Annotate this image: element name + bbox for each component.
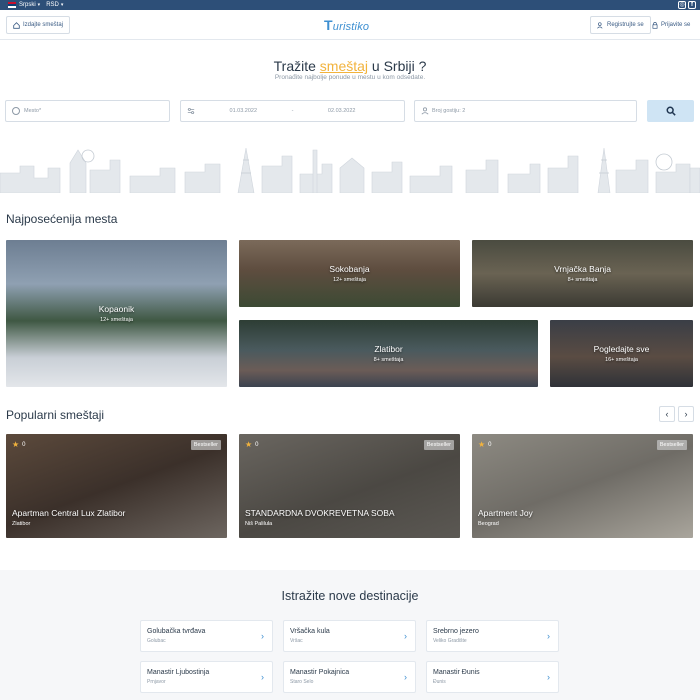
serbia-flag-icon: [8, 2, 16, 8]
chevron-right-icon: ›: [547, 672, 550, 682]
chevron-right-icon: ›: [684, 409, 688, 419]
chevron-left-icon: ‹: [665, 409, 669, 419]
facebook-icon[interactable]: f: [688, 1, 696, 9]
popular-section-title: Popularni smeštaji: [6, 408, 105, 422]
rating: ★ 0: [478, 440, 492, 449]
date-range-input[interactable]: 01.03.2022 - 02.03.2022: [180, 100, 405, 122]
skyline-illustration: [0, 147, 700, 193]
card-title: Apartment Joy: [478, 508, 533, 518]
destination-item[interactable]: Manastir Ljubostinja Prnjavor ›: [140, 661, 273, 693]
login-button[interactable]: Prijavite se: [648, 16, 694, 34]
place-tile-zlatibor[interactable]: Zlatibor 8+ smeštaja: [239, 320, 538, 387]
house-icon: [13, 21, 20, 29]
lock-icon: [652, 21, 658, 29]
currency-select[interactable]: RSD ▾: [46, 2, 63, 8]
bestseller-badge: Bestseller: [190, 440, 221, 450]
bestseller-badge: Bestseller: [656, 440, 687, 450]
card-title: Apartman Central Lux Zlatibor: [12, 508, 126, 518]
card-title: STANDARDNA DVOKREVETNA SOBA: [245, 508, 395, 518]
card-location: Niš Palilula: [245, 521, 273, 527]
destination-item[interactable]: Srebrno jezero Veliko Gradište ›: [426, 620, 559, 652]
top-bar: Srpski ▾ RSD ▾ ◎ f: [0, 0, 700, 10]
search-icon: [666, 106, 676, 116]
rating: ★ 0: [12, 440, 26, 449]
star-icon: ★: [12, 440, 20, 449]
guests-input[interactable]: Broj gostiju: 2: [414, 100, 637, 122]
place-tile-see-all[interactable]: Pogledajte sve 16+ smeštaja: [550, 320, 693, 387]
chevron-right-icon: ›: [404, 672, 407, 682]
chevron-right-icon: ›: [261, 631, 264, 641]
rating: ★ 0: [245, 440, 259, 449]
place-tile-vrnjacka-banja[interactable]: Vrnjačka Banja 8+ smeštaja: [472, 240, 693, 307]
star-icon: ★: [478, 440, 486, 449]
hero-title: Tražite smeštaj u Srbiji ?: [273, 58, 427, 74]
destinations-section-title: Istražite nove destinacije: [281, 589, 419, 603]
card-location: Zlatibor: [12, 521, 31, 527]
destination-item[interactable]: Vršačka kula Vršac ›: [283, 620, 416, 652]
language-select[interactable]: Srpski ▾: [8, 2, 40, 8]
accommodation-card[interactable]: ★ 0 Bestseller Apartman Central Lux Zlati…: [6, 434, 227, 538]
search-button[interactable]: [647, 100, 694, 122]
caret-down-icon: ▾: [60, 2, 64, 8]
card-location: Beograd: [478, 521, 499, 527]
accommodation-card[interactable]: ★ 0 Bestseller Apartment Joy Beograd: [472, 434, 693, 538]
social-links: ◎ f: [678, 1, 696, 9]
star-icon: ★: [245, 440, 253, 449]
list-property-button[interactable]: Izdajte smeštaj: [6, 16, 71, 34]
destination-item[interactable]: Golubačka tvrđava Golubac ›: [140, 620, 273, 652]
caret-down-icon: ▾: [37, 2, 41, 8]
header: Izdajte smeštaj Turistiko Registrujte se…: [0, 10, 700, 40]
places-section-title: Najposećenija mesta: [6, 212, 118, 226]
instagram-icon[interactable]: ◎: [678, 1, 686, 9]
carousel-next-button[interactable]: ›: [678, 406, 694, 422]
sliders-icon: [187, 107, 195, 115]
place-input[interactable]: Mesto*: [5, 100, 170, 122]
register-button[interactable]: Registrujte se: [590, 16, 651, 34]
place-tile-sokobanja[interactable]: Sokobanja 12+ smeštaja: [239, 240, 460, 307]
carousel-prev-button[interactable]: ‹: [659, 406, 675, 422]
destination-item[interactable]: Manastir Pokajnica Staro Selo ›: [283, 661, 416, 693]
chevron-right-icon: ›: [261, 672, 264, 682]
chevron-right-icon: ›: [404, 631, 407, 641]
user-plus-icon: [597, 21, 603, 29]
place-tile-kopaonik[interactable]: Kopaonik 12+ smeštaja: [6, 240, 227, 387]
bestseller-badge: Bestseller: [423, 440, 454, 450]
logo[interactable]: Turistiko: [324, 17, 369, 33]
accommodation-card[interactable]: ★ 0 Bestseller STANDARDNA DVOKREVETNA SOB…: [239, 434, 460, 538]
destination-item[interactable]: Manastir Đunis Đunis ›: [426, 661, 559, 693]
hero-subtitle: Pronađite najbolje ponude u mestu u kom …: [274, 74, 426, 81]
globe-icon: [12, 107, 20, 115]
user-icon: [421, 107, 429, 115]
chevron-right-icon: ›: [547, 631, 550, 641]
